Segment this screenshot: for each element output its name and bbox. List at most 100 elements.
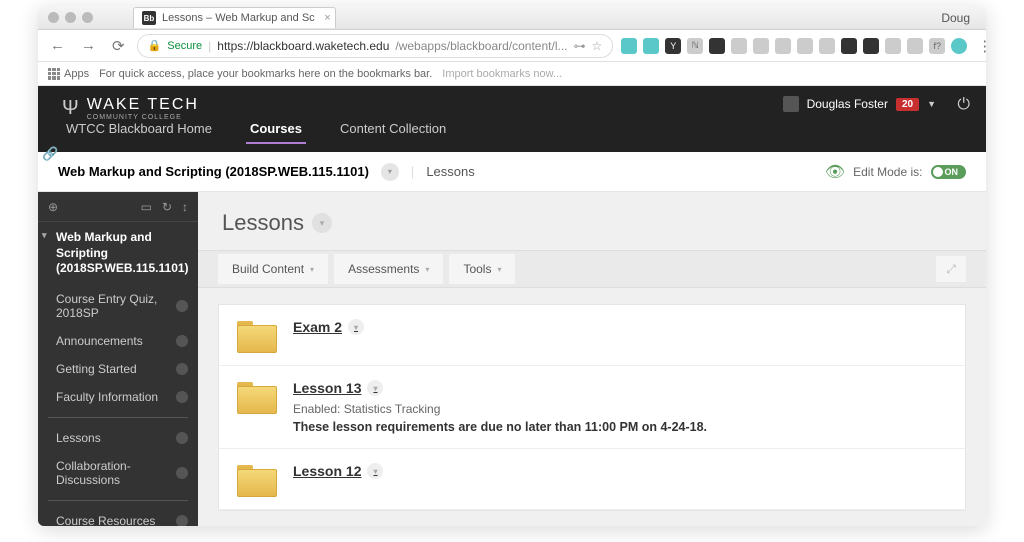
star-icon[interactable]: ☆ xyxy=(591,39,602,53)
reload-button[interactable]: ⟳ xyxy=(108,37,129,55)
ext-icon[interactable]: Y xyxy=(665,38,681,54)
ext-icon[interactable] xyxy=(731,38,747,54)
sidebar-item[interactable]: Getting Started xyxy=(38,355,198,383)
sidebar-item[interactable]: Faculty Information xyxy=(38,383,198,411)
edit-mode-toggle[interactable]: ON xyxy=(931,165,967,179)
key-icon[interactable]: ⊶ xyxy=(573,39,585,53)
apps-button[interactable]: Apps xyxy=(48,68,89,80)
ext-icon[interactable] xyxy=(907,38,923,54)
app-header: Ψ WAKE TECH COMMUNITY COLLEGE Douglas Fo… xyxy=(38,86,986,152)
crumb-page[interactable]: Lessons xyxy=(426,164,474,179)
item-menu-icon[interactable] xyxy=(176,515,188,526)
ext-icon[interactable] xyxy=(753,38,769,54)
content-item: Exam 2 ▾ xyxy=(219,305,965,366)
notification-badge: 20 xyxy=(896,98,919,111)
action-bar: Build Content▾ Assessments▾ Tools▾ ⤢ xyxy=(198,250,986,288)
chrome-menu-icon[interactable]: ⋮ xyxy=(973,37,986,55)
avatar xyxy=(783,96,799,112)
ext-icon[interactable] xyxy=(885,38,901,54)
link-icon[interactable]: 🔗 xyxy=(42,146,58,162)
item-menu-icon[interactable] xyxy=(176,300,188,312)
sidebar-item[interactable]: Course Resources xyxy=(38,507,198,526)
ext-icon[interactable] xyxy=(951,38,967,54)
content-item: Lesson 13 ▾Enabled: Statistics TrackingT… xyxy=(219,366,965,449)
close-tab-icon[interactable]: × xyxy=(324,12,330,24)
reorder-icon[interactable]: ↕ xyxy=(182,200,188,214)
ext-icon[interactable] xyxy=(643,38,659,54)
edit-mode-label: Edit Mode is: xyxy=(853,165,922,179)
forward-button[interactable]: → xyxy=(77,37,100,54)
item-dropdown[interactable]: ▾ xyxy=(367,380,383,396)
item-menu-icon[interactable] xyxy=(176,467,188,479)
page-title-dropdown[interactable]: ▾ xyxy=(312,213,332,233)
ext-icon[interactable] xyxy=(819,38,835,54)
ext-icon[interactable] xyxy=(841,38,857,54)
folder-icon xyxy=(237,465,275,495)
ext-icon[interactable]: f? xyxy=(929,38,945,54)
logo[interactable]: Ψ WAKE TECH COMMUNITY COLLEGE xyxy=(62,96,199,121)
sidebar-item[interactable]: Lessons xyxy=(38,424,198,452)
item-title-link[interactable]: Lesson 13 ▾ xyxy=(293,380,383,396)
sidebar-item[interactable]: Announcements xyxy=(38,327,198,355)
secure-label: Secure xyxy=(167,40,202,52)
expand-icon[interactable]: ⤢ xyxy=(936,256,966,282)
url-host: https://blackboard.waketech.edu xyxy=(217,39,389,53)
sidebar-item[interactable]: Course Entry Quiz, 2018SP xyxy=(38,285,198,327)
folder-icon xyxy=(237,382,275,412)
favicon-icon: Bb xyxy=(142,11,156,25)
sidebar-item-label: Course Entry Quiz, 2018SP xyxy=(56,292,172,320)
refresh-icon[interactable]: ↻ xyxy=(162,200,172,214)
logo-icon: Ψ xyxy=(62,97,79,120)
sidebar-item-label: Faculty Information xyxy=(56,390,158,404)
assessments-button[interactable]: Assessments▾ xyxy=(334,254,443,284)
item-title-link[interactable]: Exam 2 ▾ xyxy=(293,319,364,335)
item-title-link[interactable]: Lesson 12 ▾ xyxy=(293,463,383,479)
item-menu-icon[interactable] xyxy=(176,391,188,403)
sidebar-item[interactable]: Collaboration-Discussions xyxy=(38,452,198,494)
ext-icon[interactable] xyxy=(709,38,725,54)
tab-title: Lessons – Web Markup and Sc xyxy=(162,12,315,24)
sidebar-item-label: Lessons xyxy=(56,431,101,445)
browser-toolbar: ← → ⟳ 🔒 Secure | https://blackboard.wake… xyxy=(38,30,986,62)
breadcrumb: Web Markup and Scripting (2018SP.WEB.115… xyxy=(38,152,986,192)
item-dropdown[interactable]: ▾ xyxy=(367,463,383,479)
import-bookmarks-link[interactable]: Import bookmarks now... xyxy=(442,68,562,80)
ext-icon[interactable] xyxy=(797,38,813,54)
power-icon[interactable]: ⏻ xyxy=(957,96,970,114)
url-path: /webapps/blackboard/content/l... xyxy=(395,39,567,53)
address-bar[interactable]: 🔒 Secure | https://blackboard.waketech.e… xyxy=(137,34,614,58)
sidebar-item-label: Getting Started xyxy=(56,362,137,376)
item-menu-icon[interactable] xyxy=(176,335,188,347)
ext-icon[interactable] xyxy=(621,38,637,54)
nav-courses[interactable]: Courses xyxy=(246,115,306,144)
item-description: These lesson requirements are due no lat… xyxy=(293,420,947,434)
browser-profile[interactable]: Doug xyxy=(941,11,976,25)
crumb-dropdown[interactable]: ▾ xyxy=(381,163,399,181)
item-menu-icon[interactable] xyxy=(176,363,188,375)
build-content-button[interactable]: Build Content▾ xyxy=(218,254,328,284)
ext-icon[interactable] xyxy=(775,38,791,54)
folder-icon xyxy=(237,321,275,351)
nav-content[interactable]: Content Collection xyxy=(336,115,450,144)
student-preview-icon[interactable]: 👁 xyxy=(825,162,845,182)
content-items: Exam 2 ▾ Lesson 13 ▾Enabled: Statistics T… xyxy=(218,304,966,511)
ext-icon[interactable]: ℕ xyxy=(687,38,703,54)
page-title: Lessons ▾ xyxy=(198,192,986,250)
content-area: Lessons ▾ Build Content▾ Assessments▾ To… xyxy=(198,192,986,526)
window-titlebar: Bb Lessons – Web Markup and Sc × Doug xyxy=(38,6,986,30)
item-dropdown[interactable]: ▾ xyxy=(348,319,364,335)
chevron-down-icon: ▼ xyxy=(927,99,936,109)
back-button[interactable]: ← xyxy=(46,37,69,54)
ext-icon[interactable] xyxy=(863,38,879,54)
sidebar-item-label: Course Resources xyxy=(56,514,155,526)
tools-button[interactable]: Tools▾ xyxy=(449,254,515,284)
sidebar-course-title[interactable]: Web Markup and Scripting (2018SP.WEB.115… xyxy=(38,222,198,285)
folder-icon[interactable]: ▭ xyxy=(141,200,152,214)
traffic-lights[interactable] xyxy=(48,12,93,23)
crumb-course[interactable]: Web Markup and Scripting (2018SP.WEB.115… xyxy=(58,164,369,179)
user-menu[interactable]: Douglas Foster 20 ▼ xyxy=(783,96,936,112)
browser-tab[interactable]: Bb Lessons – Web Markup and Sc × xyxy=(133,7,336,28)
bookmarks-bar: Apps For quick access, place your bookma… xyxy=(38,62,986,86)
add-icon[interactable]: ⊕ xyxy=(48,200,58,214)
item-menu-icon[interactable] xyxy=(176,432,188,444)
